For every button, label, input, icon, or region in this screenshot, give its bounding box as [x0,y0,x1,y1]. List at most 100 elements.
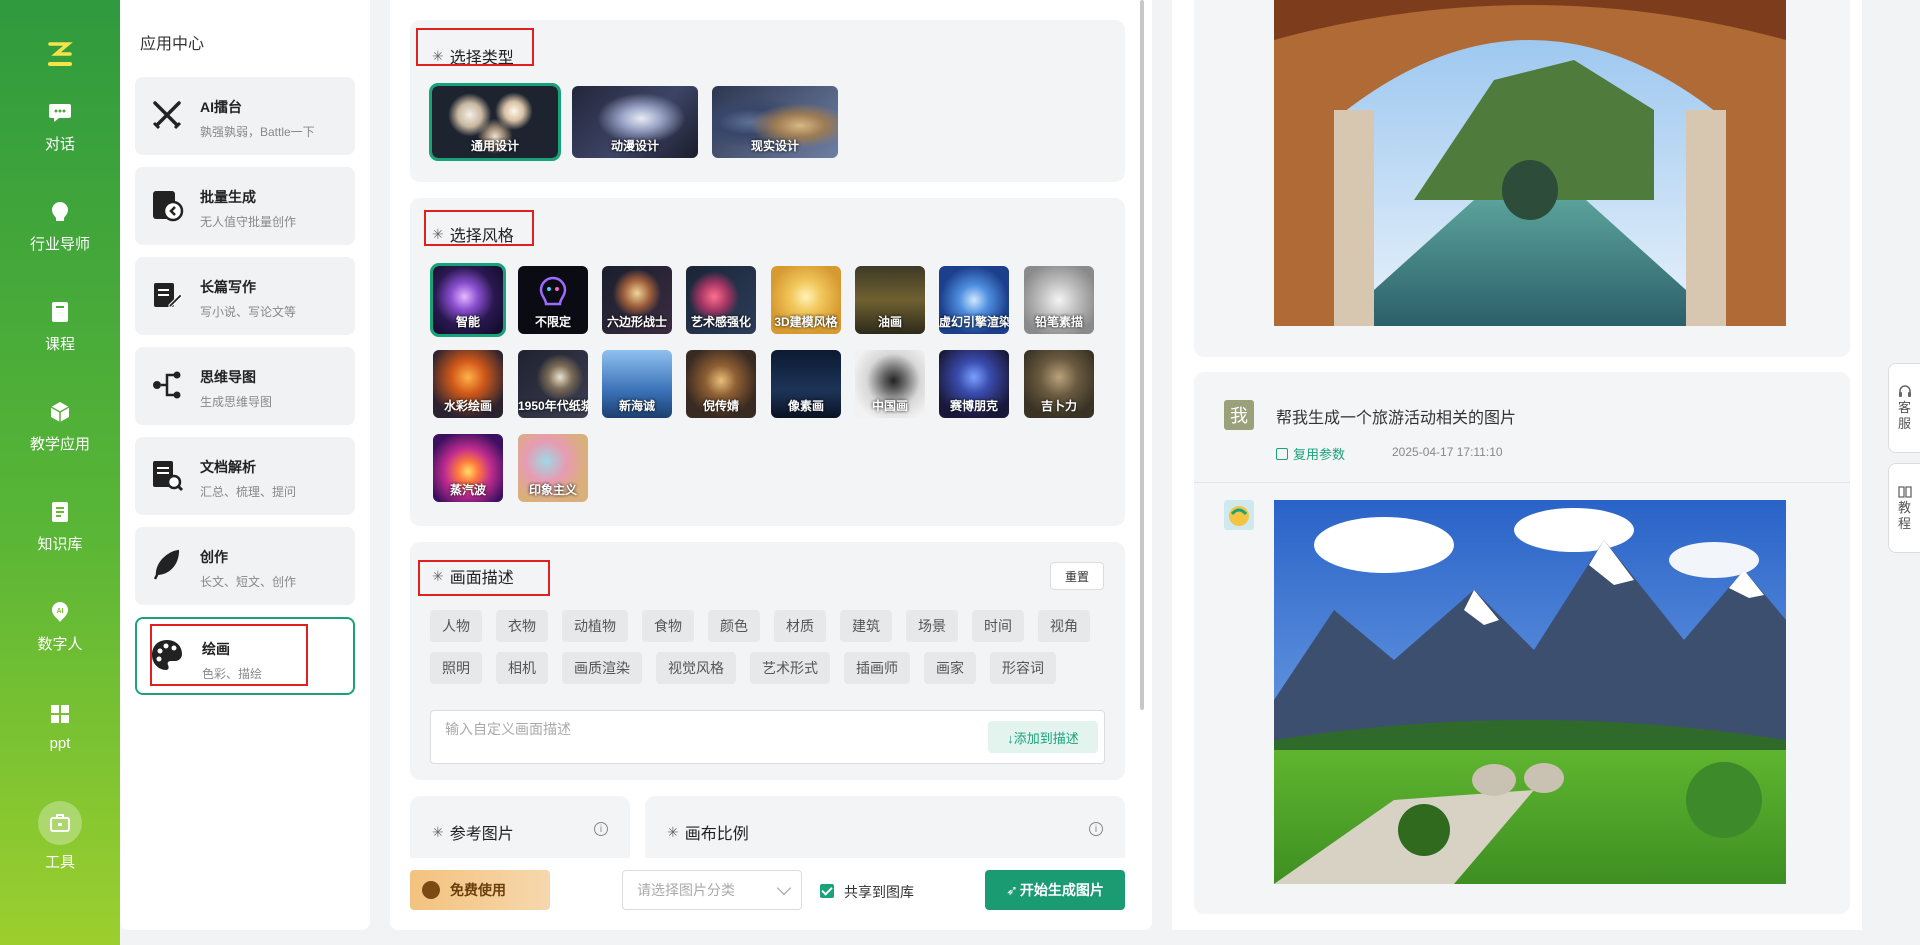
canvas-ratio-section: ✳ 画布比例 i [645,796,1125,866]
headset-icon [1898,385,1911,397]
app-card-ai-arena[interactable]: AI擂台 孰强孰弱，Battle一下 [135,77,355,155]
tag-chip[interactable]: 建筑 [840,610,892,642]
rail-item-course[interactable]: 课程 [0,286,120,366]
style-option-art-enhance[interactable]: 艺术感强化 [686,266,756,334]
app-card-painting[interactable]: 绘画 色彩、描绘 [135,617,355,695]
add-to-description-button[interactable]: ↓添加到描述 [988,721,1098,753]
app-center-title: 应用中心 [140,36,205,53]
style-option-pixel-art[interactable]: 像素画 [771,350,841,418]
app-card-batch[interactable]: 批量生成 无人值守批量创作 [135,167,355,245]
app-card-creation[interactable]: 创作 长文、短文、创作 [135,527,355,605]
style-option-pencil-sketch[interactable]: 铅笔素描 [1024,266,1094,334]
share-to-gallery-checkbox[interactable] [820,884,834,898]
asterisk-icon: ✳ [432,47,444,64]
rail-item-mentor[interactable]: 行业导师 [0,186,120,266]
type-option-general[interactable]: 通用设计 [429,83,561,161]
style-option-impressionism[interactable]: 印象主义 [518,434,588,502]
free-use-button[interactable]: 免费使用 [410,870,550,910]
style-option-vaporwave[interactable]: 蒸汽波 [433,434,503,502]
tag-chip[interactable]: 人物 [430,610,482,642]
style-option-smart[interactable]: 智能 [430,263,506,337]
app-name: 绘画 [202,641,230,657]
style-option-shinkai[interactable]: 新海诚 [602,350,672,418]
reset-button[interactable]: 重置 [1050,562,1104,590]
type-option-anime[interactable]: 动漫设计 [572,86,698,158]
tag-chip[interactable]: 形容词 [990,652,1056,684]
style-option-ghibli[interactable]: 吉卜力 [1024,350,1094,418]
option-caption: 新海诚 [618,399,655,413]
tag-chip[interactable]: 视觉风格 [656,652,736,684]
app-name: 文档解析 [200,459,256,475]
description-section-title: ✳ 画面描述 [432,564,514,588]
style-section: ✳ 选择风格 智能 不限定 六边形战士 艺术感强化 3D建模风格 油画 虚幻引擎… [410,198,1125,526]
rail-item-teaching-apps[interactable]: 教学应用 [0,386,120,466]
rail-item-digital-human[interactable]: AI 数字人 [0,586,120,666]
tag-chip[interactable]: 材质 [774,610,826,642]
tag-chip[interactable]: 食物 [642,610,694,642]
form-scrollbar[interactable] [1140,0,1144,710]
divider [1194,482,1850,483]
generated-image-mountain-meadow [1274,500,1786,884]
bot-avatar-icon [1229,506,1249,526]
style-option-unlimited[interactable]: 不限定 [518,266,588,334]
asterisk-icon: ✳ [667,823,679,840]
style-option-ni-chuanjing[interactable]: 倪传婧 [686,350,756,418]
app-center-panel: 应用中心 AI擂台 孰强孰弱，Battle一下 批量生成 无人值守批量创作 长篇… [120,0,370,930]
app-desc: 孰强孰弱，Battle一下 [200,125,315,139]
style-option-1950s-pulp[interactable]: 1950年代纸浆 [518,350,588,418]
tag-chip[interactable]: 动植物 [562,610,628,642]
option-caption: 动漫设计 [610,139,659,153]
tag-chip[interactable]: 画家 [924,652,976,684]
rail-label: ppt [49,734,71,752]
type-section-title: ✳ 选择类型 [432,44,514,68]
tag-chip[interactable]: 画质渲染 [562,652,642,684]
tutorial-button[interactable]: 教 程 [1888,463,1920,553]
result-card-current: 我 帮我生成一个旅游活动相关的图片 复用参数 2025-04-17 17:11:… [1194,372,1850,914]
tag-chip[interactable]: 场景 [906,610,958,642]
app-name: AI擂台 [200,99,242,115]
app-card-long-writing[interactable]: 长篇写作 写小说、写论文等 [135,257,355,335]
generate-image-button[interactable]: ➶ 开始生成图片 [985,870,1125,910]
tag-chip[interactable]: 视角 [1038,610,1090,642]
toolbox-icon [50,813,70,832]
reuse-params-button[interactable]: 复用参数 [1276,444,1345,463]
tag-chip[interactable]: 衣物 [496,610,548,642]
app-card-doc-parse[interactable]: 文档解析 汇总、梳理、提问 [135,437,355,515]
tag-chip[interactable]: 相机 [496,652,548,684]
style-option-3d-model[interactable]: 3D建模风格 [771,266,841,334]
customer-service-button[interactable]: 客 服 [1888,363,1920,453]
tag-chip[interactable]: 颜色 [708,610,760,642]
type-option-realistic[interactable]: 现实设计 [712,86,838,158]
style-option-chinese-painting[interactable]: 中国画 [855,350,925,418]
style-option-unreal-engine[interactable]: 虚幻引擎渲染 [939,266,1009,334]
rail-item-ppt[interactable]: ppt [0,686,120,766]
style-option-hexagon-warrior[interactable]: 六边形战士 [602,266,672,334]
tag-chip[interactable]: 时间 [972,610,1024,642]
ppt-icon [51,704,69,723]
cube-icon [50,401,70,422]
style-option-oil-painting[interactable]: 油画 [855,266,925,334]
tag-chip[interactable]: 照明 [430,652,482,684]
rail-label: 对话 [44,135,75,153]
app-name: 批量生成 [200,189,256,205]
app-desc: 色彩、描绘 [202,667,263,681]
style-option-watercolor[interactable]: 水彩绘画 [433,350,503,418]
info-icon[interactable]: i [1089,822,1103,836]
tag-chip[interactable]: 插画师 [844,652,910,684]
option-caption: 六边形战士 [606,315,667,329]
image-category-select[interactable]: 请选择图片分类 [622,870,802,910]
style-option-cyberpunk[interactable]: 赛博朋克 [939,350,1009,418]
side-label: 服 [1897,416,1911,431]
rail-item-knowledge[interactable]: 知识库 [0,486,120,566]
option-caption: 铅笔素描 [1034,315,1083,329]
option-caption: 虚幻引擎渲染 [939,315,1009,329]
rail-label: 数字人 [37,635,83,653]
rail-item-chat[interactable]: 对话 [0,86,120,166]
app-card-mindmap[interactable]: 思维导图 生成思维导图 [135,347,355,425]
tag-chip[interactable]: 艺术形式 [750,652,830,684]
option-caption: 智能 [455,315,480,329]
rail-item-tools[interactable]: 工具 [0,796,120,876]
info-icon[interactable]: i [594,822,608,836]
brain-icon [539,276,567,306]
app-desc: 汇总、梳理、提问 [200,485,297,499]
